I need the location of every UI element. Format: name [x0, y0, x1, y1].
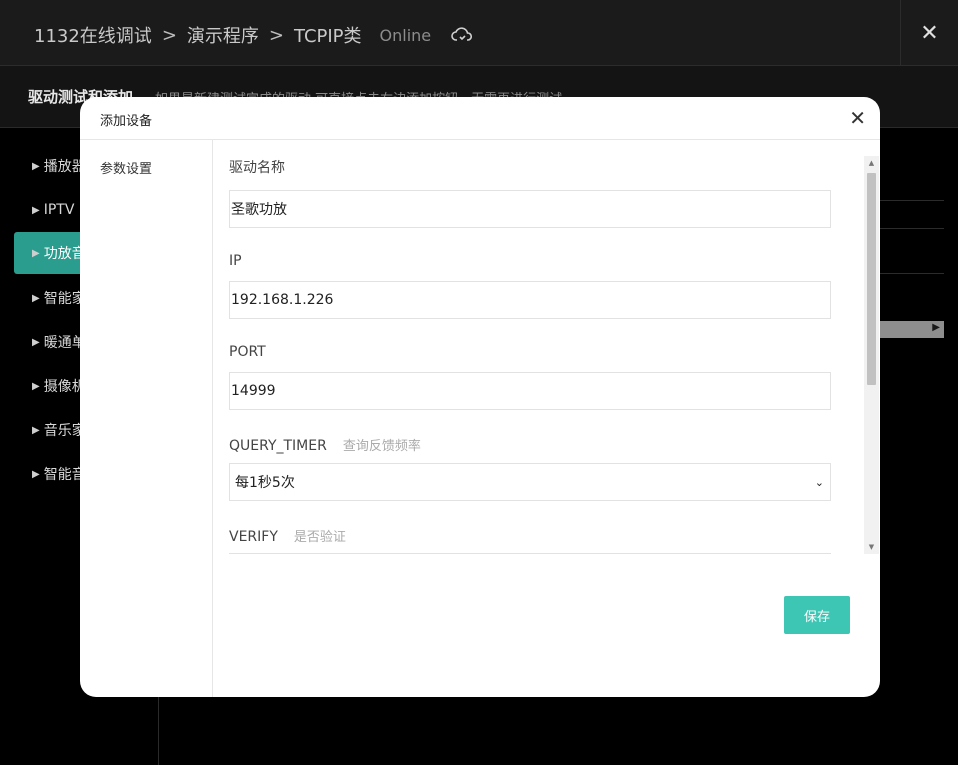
triangle-right-icon: ▶ — [32, 336, 40, 348]
label-text: 驱动名称 — [229, 160, 285, 176]
port-input[interactable]: 14999 — [229, 372, 831, 410]
field-label-verify: VERIFY 是否验证 — [229, 526, 346, 545]
verify-input-edge — [229, 553, 831, 554]
breadcrumb-item: TCPIP类 — [294, 26, 362, 47]
field-label-port: PORT — [229, 344, 266, 360]
triangle-right-icon: ▶ — [32, 468, 40, 480]
form-area: 驱动名称 圣歌功放 IP 192.168.1.226 PORT 14999 QU… — [229, 154, 831, 554]
sidebar-item-label: IPTV — [43, 202, 75, 218]
label-text: PORT — [229, 344, 266, 360]
dialog-header: 添加设备 ✕ — [80, 97, 880, 140]
scroll-up-icon[interactable]: ▲ — [864, 156, 879, 170]
divider — [880, 273, 944, 274]
scrollbar-thumb[interactable] — [867, 173, 876, 385]
driver-name-input[interactable]: 圣歌功放 — [229, 190, 831, 228]
save-button[interactable]: 保存 — [784, 596, 850, 634]
divider — [880, 228, 944, 229]
field-label-driver-name: 驱动名称 — [229, 157, 285, 177]
label-text: QUERY_TIMER — [229, 438, 327, 454]
scroll-right-icon[interactable]: ▶ — [932, 322, 940, 333]
triangle-right-icon: ▶ — [32, 204, 40, 216]
label-subtext: 是否验证 — [293, 530, 346, 545]
breadcrumb-item[interactable]: 演示程序 — [187, 22, 259, 48]
breadcrumb-separator: > — [161, 24, 177, 46]
chevron-down-icon: ⌄ — [814, 475, 824, 489]
add-device-dialog: 添加设备 ✕ 参数设置 驱动名称 圣歌功放 IP 192.168.1.226 P… — [80, 97, 880, 697]
scroll-down-icon[interactable]: ▼ — [864, 540, 879, 554]
field-label-query-timer: QUERY_TIMER 查询反馈频率 — [229, 435, 421, 454]
query-timer-select[interactable]: 每1秒5次 ⌄ — [229, 463, 831, 501]
triangle-right-icon: ▶ — [32, 247, 40, 259]
label-subtext: 查询反馈频率 — [342, 439, 421, 454]
top-bar: 1132在线调试 > 演示程序 > TCPIP类 Online ✕ — [0, 0, 958, 66]
status-text: Online — [379, 25, 432, 45]
triangle-right-icon: ▶ — [32, 424, 40, 436]
tab-params[interactable]: 参数设置 — [100, 158, 152, 177]
breadcrumb-separator: > — [268, 24, 284, 46]
select-value: 每1秒5次 — [235, 475, 295, 491]
dialog-title: 添加设备 — [100, 114, 153, 129]
label-text: VERIFY — [229, 529, 278, 545]
label-text: IP — [229, 253, 242, 269]
ip-input[interactable]: 192.168.1.226 — [229, 281, 831, 319]
close-icon[interactable]: ✕ — [849, 106, 866, 130]
triangle-right-icon: ▶ — [32, 160, 40, 172]
breadcrumb-item[interactable]: 1132在线调试 — [34, 22, 152, 48]
cloud-sync-icon[interactable] — [451, 26, 473, 44]
dialog-sidebar: 参数设置 — [80, 140, 213, 697]
close-icon[interactable]: ✕ — [900, 0, 958, 66]
triangle-right-icon: ▶ — [32, 380, 40, 392]
breadcrumb: 1132在线调试 > 演示程序 > TCPIP类 Online — [34, 22, 473, 48]
vertical-scrollbar[interactable]: ▲ ▼ — [864, 156, 879, 554]
field-label-ip: IP — [229, 253, 242, 269]
divider — [880, 200, 944, 201]
triangle-right-icon: ▶ — [32, 292, 40, 304]
horizontal-scrollbar[interactable]: ▶ — [880, 321, 944, 338]
